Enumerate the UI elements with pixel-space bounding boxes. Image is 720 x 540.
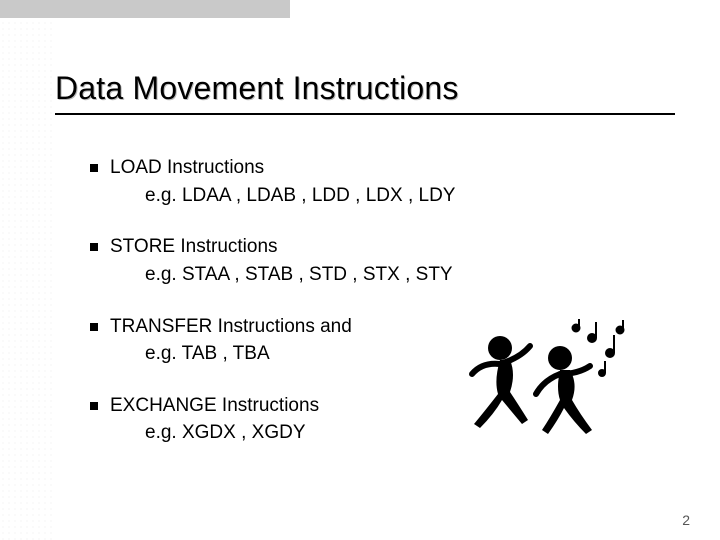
square-bullet-icon	[90, 164, 98, 172]
bullet-heading: STORE Instructions	[110, 234, 675, 260]
slide-title: Data Movement Instructions	[55, 70, 675, 107]
top-grey-bar	[0, 0, 290, 18]
bullet-subtext: e.g. LDAA , LDAB , LDD , LDX , LDY	[145, 183, 675, 209]
dotted-background-strip	[0, 20, 55, 540]
dancing-figures-clipart-icon	[460, 318, 630, 458]
list-item: STORE Instructions e.g. STAA , STAB , ST…	[90, 234, 675, 287]
square-bullet-icon	[90, 243, 98, 251]
square-bullet-icon	[90, 323, 98, 331]
page-number: 2	[682, 512, 690, 528]
list-item: LOAD Instructions e.g. LDAA , LDAB , LDD…	[90, 155, 675, 208]
square-bullet-icon	[90, 402, 98, 410]
bullet-heading: LOAD Instructions	[110, 155, 675, 181]
bullet-subtext: e.g. STAA , STAB , STD , STX , STY	[145, 262, 675, 288]
title-underline	[55, 113, 675, 115]
